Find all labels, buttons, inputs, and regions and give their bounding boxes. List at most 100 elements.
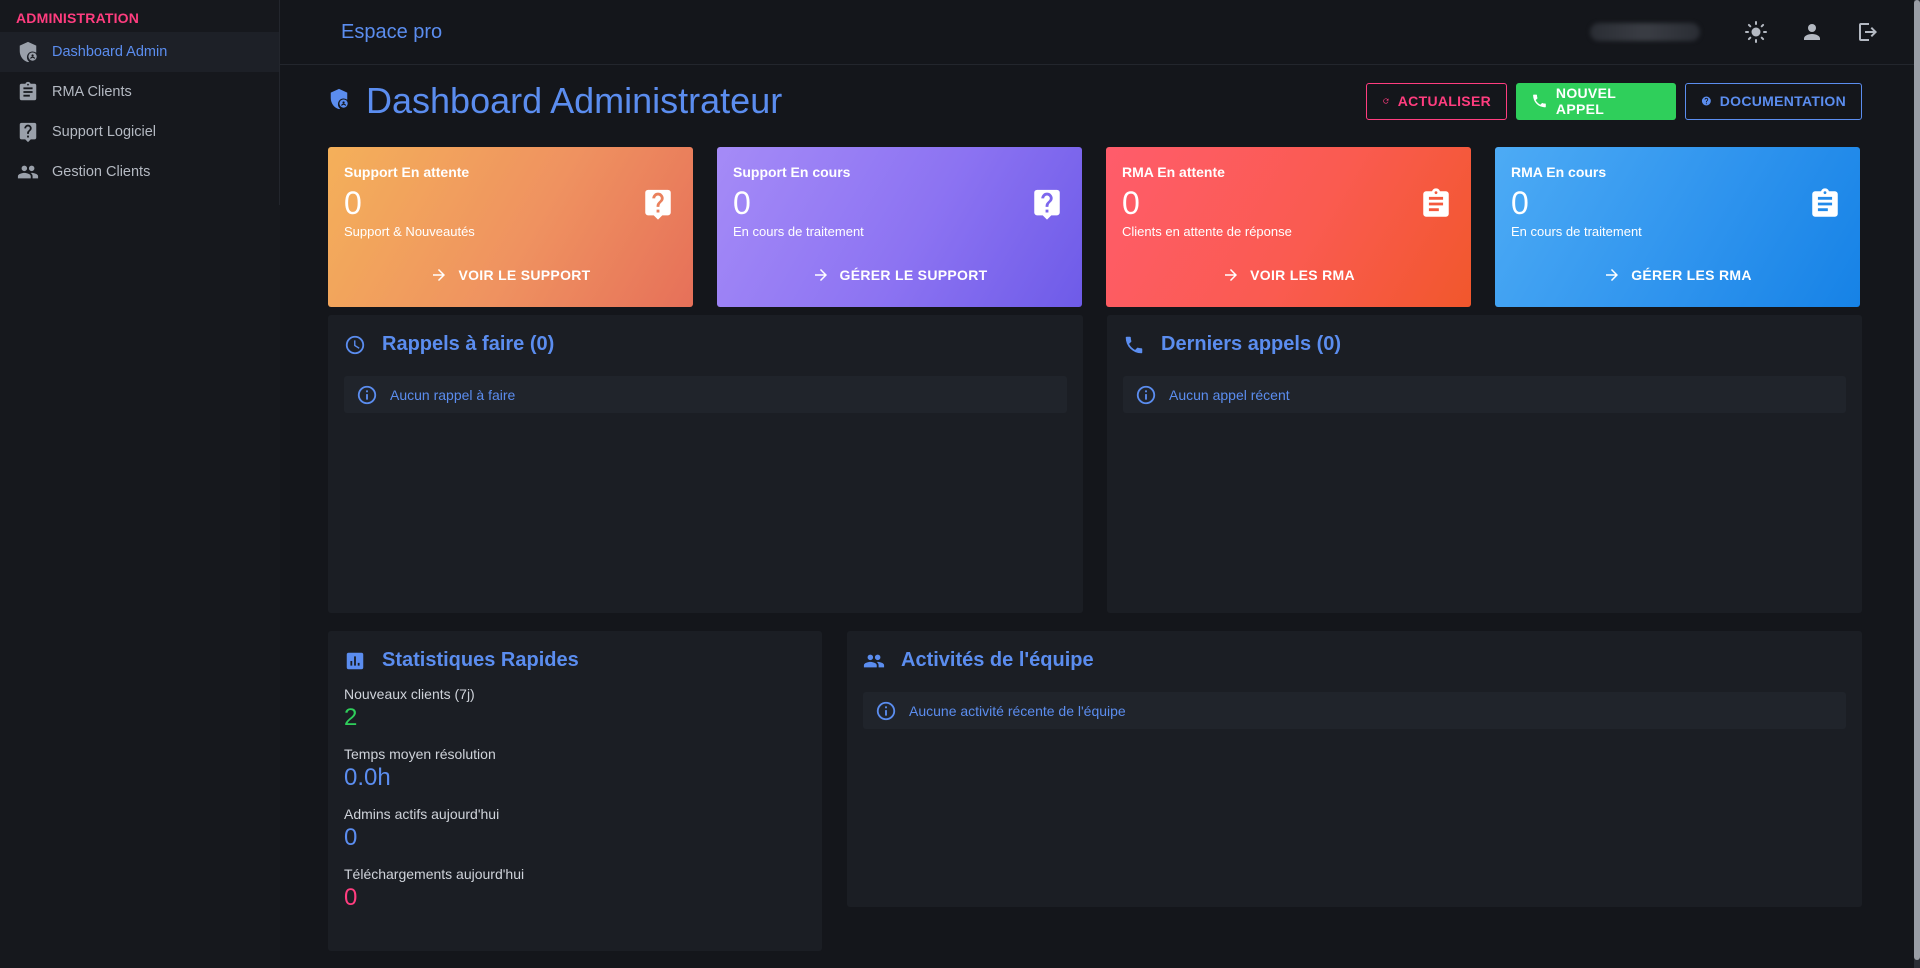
people-icon	[16, 160, 40, 184]
scrollbar-thumb[interactable]	[1914, 0, 1920, 960]
stat-label: Téléchargements aujourd'hui	[344, 866, 525, 882]
card-subtitle: En cours de traitement	[1511, 224, 1642, 239]
team-activity-title: Activités de l'équipe	[863, 649, 1846, 672]
stat-item: Téléchargements aujourd'hui 0	[344, 866, 806, 912]
card-support-in-progress: Support En cours 0 En cours de traitemen…	[717, 147, 1082, 307]
card-support-pending: Support En attente 0 Support & Nouveauté…	[328, 147, 693, 307]
arrow-right-icon	[814, 269, 827, 281]
refresh-label: ACTUALISER	[1397, 93, 1491, 109]
card-title: RMA En attente	[1122, 164, 1225, 180]
clipboard-icon	[1419, 187, 1453, 221]
page-scrollbar[interactable]	[1914, 0, 1920, 968]
blurred-username	[1590, 23, 1700, 41]
sidebar-section-title: ADMINISTRATION	[16, 10, 140, 26]
sidebar-item-label: RMA Clients	[52, 84, 132, 100]
card-rma-pending: RMA En attente 0 Clients en attente de r…	[1106, 147, 1471, 307]
page-header: Dashboard Administrateur ACTUALISER NOUV…	[328, 65, 1862, 137]
help-bubble-icon	[1030, 187, 1064, 221]
admin-shield-icon	[328, 88, 350, 115]
card-value: 0	[344, 185, 362, 221]
team-activity-panel: Activités de l'équipe Aucune activité ré…	[847, 631, 1862, 907]
phone-icon	[1533, 94, 1546, 108]
brand-title[interactable]: Espace pro	[341, 21, 442, 44]
info-icon	[876, 701, 896, 720]
phone-icon	[1125, 336, 1143, 353]
arrow-right-icon	[433, 269, 446, 281]
info-icon	[357, 385, 377, 404]
stat-value: 0.0h	[344, 764, 391, 791]
stat-value: 2	[344, 704, 358, 731]
help-bubble-icon	[641, 187, 675, 221]
card-value: 0	[1122, 185, 1140, 221]
bar-chart-icon	[346, 652, 364, 669]
new-call-label: NOUVEL APPEL	[1555, 85, 1616, 117]
card-title: RMA En cours	[1511, 164, 1607, 180]
recent-calls-title: Derniers appels (0)	[1123, 333, 1846, 356]
refresh-icon	[1383, 98, 1389, 104]
stat-value: 0	[344, 824, 358, 851]
stat-item: Admins actifs aujourd'hui 0	[344, 806, 806, 852]
card-subtitle: En cours de traitement	[733, 224, 864, 239]
team-activity-title-text: Activités de l'équipe	[901, 649, 1094, 671]
quick-stats-title: Statistiques Rapides	[344, 649, 806, 672]
quick-stats-panel: Statistiques Rapides Nouveaux clients (7…	[328, 631, 822, 951]
manage-support-link[interactable]: GÉRER LE SUPPORT	[717, 266, 1082, 284]
recent-calls-panel: Derniers appels (0) Aucun appel récent	[1107, 315, 1862, 613]
card-value: 0	[1511, 185, 1529, 221]
info-icon	[1136, 385, 1156, 404]
manage-rma-link[interactable]: GÉRER LES RMA	[1495, 266, 1860, 284]
sidebar-item-dashboard-admin[interactable]: Dashboard Admin	[0, 32, 279, 72]
reminders-empty-alert: Aucun rappel à faire	[344, 376, 1067, 413]
stat-label: Admins actifs aujourd'hui	[344, 806, 500, 822]
card-value: 0	[733, 185, 751, 221]
help-box-icon	[16, 120, 40, 144]
card-link-label: VOIR LES RMA	[1250, 267, 1355, 283]
quick-stats-title-text: Statistiques Rapides	[382, 649, 579, 671]
topbar: Espace pro	[280, 0, 1914, 65]
logout-icon[interactable]	[1850, 14, 1886, 50]
sidebar-item-support-logiciel[interactable]: Support Logiciel	[0, 112, 279, 152]
team-activity-empty-alert: Aucune activité récente de l'équipe	[863, 692, 1846, 729]
people-icon	[863, 654, 885, 667]
arrow-right-icon	[1606, 269, 1619, 281]
clipboard-icon	[16, 80, 40, 104]
arrow-right-icon	[1225, 269, 1238, 281]
theme-toggle-icon[interactable]	[1738, 14, 1774, 50]
account-icon[interactable]	[1794, 14, 1830, 50]
recent-calls-title-text: Derniers appels (0)	[1161, 333, 1342, 355]
card-title: Support En cours	[733, 164, 851, 180]
stat-cards: Support En attente 0 Support & Nouveauté…	[328, 147, 1862, 307]
stat-label: Temps moyen résolution	[344, 746, 496, 762]
page-title: Dashboard Administrateur	[366, 80, 783, 121]
stat-value: 0	[344, 884, 358, 911]
reminders-panel: Rappels à faire (0) Aucun rappel à faire	[328, 315, 1083, 613]
sidebar-item-label: Support Logiciel	[52, 124, 156, 140]
card-subtitle: Clients en attente de réponse	[1122, 224, 1292, 239]
clipboard-icon	[1808, 187, 1842, 221]
new-call-button[interactable]: NOUVEL APPEL	[1516, 82, 1676, 120]
team-activity-empty-text: Aucune activité récente de l'équipe	[909, 702, 1126, 719]
reminders-title: Rappels à faire (0)	[344, 333, 1067, 356]
view-support-link[interactable]: VOIR LE SUPPORT	[328, 266, 693, 284]
sidebar-item-label: Gestion Clients	[52, 164, 151, 180]
documentation-button[interactable]: DOCUMENTATION	[1685, 82, 1862, 120]
recent-calls-empty-text: Aucun appel récent	[1169, 386, 1290, 403]
sidebar-item-label: Dashboard Admin	[52, 44, 168, 60]
card-subtitle: Support & Nouveautés	[344, 224, 475, 239]
admin-shield-icon	[16, 40, 40, 64]
clock-icon	[345, 335, 365, 354]
card-title: Support En attente	[344, 164, 470, 180]
sidebar-item-gestion-clients[interactable]: Gestion Clients	[0, 152, 279, 192]
sidebar-item-rma-clients[interactable]: RMA Clients	[0, 72, 279, 112]
recent-calls-empty-alert: Aucun appel récent	[1123, 376, 1846, 413]
card-link-label: VOIR LE SUPPORT	[458, 267, 591, 283]
reminders-empty-text: Aucun rappel à faire	[390, 386, 516, 403]
view-rma-link[interactable]: VOIR LES RMA	[1106, 266, 1471, 284]
card-rma-in-progress: RMA En cours 0 En cours de traitement GÉ…	[1495, 147, 1860, 307]
help-circle-icon	[1701, 96, 1711, 106]
stat-label: Nouveaux clients (7j)	[344, 686, 475, 702]
main-content: Dashboard Administrateur ACTUALISER NOUV…	[328, 65, 1862, 307]
card-link-label: GÉRER LES RMA	[1631, 267, 1752, 283]
refresh-button[interactable]: ACTUALISER	[1366, 82, 1507, 120]
reminders-title-text: Rappels à faire (0)	[382, 333, 555, 355]
